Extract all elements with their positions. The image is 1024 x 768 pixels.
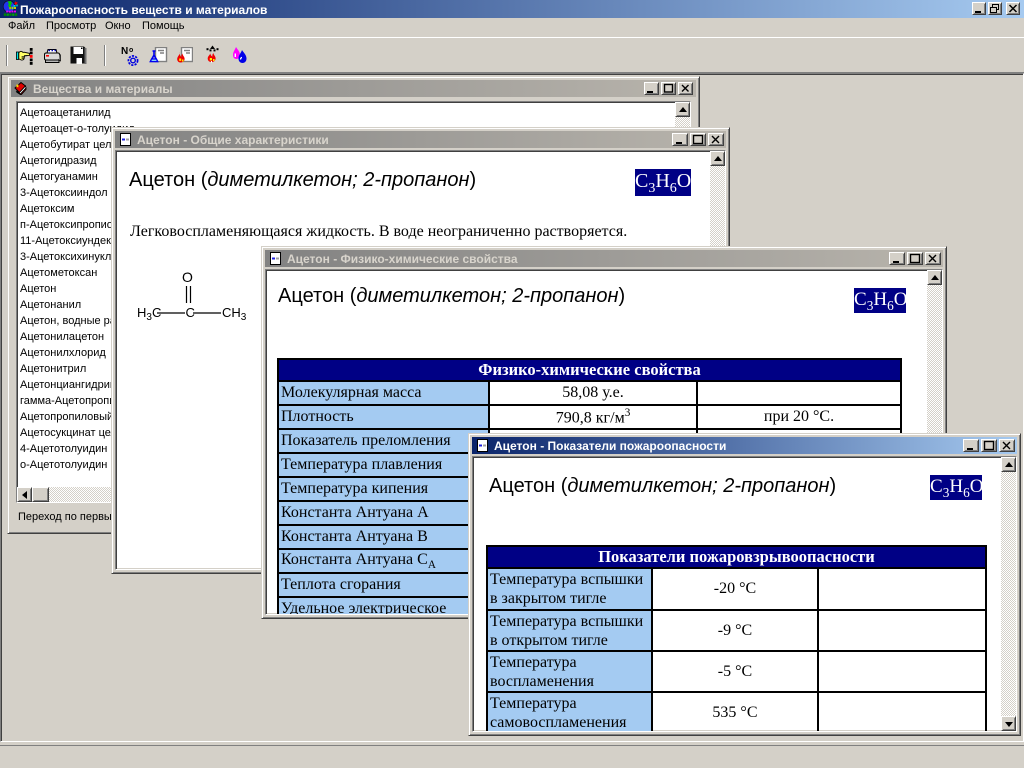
svg-text:CH3: CH3 [222,305,247,323]
svg-text:o: o [129,47,133,54]
svg-text:N: N [121,46,128,57]
svg-text:O: O [182,269,193,285]
svg-text:H3C: H3C [137,305,161,323]
svg-text:C: C [186,305,195,320]
